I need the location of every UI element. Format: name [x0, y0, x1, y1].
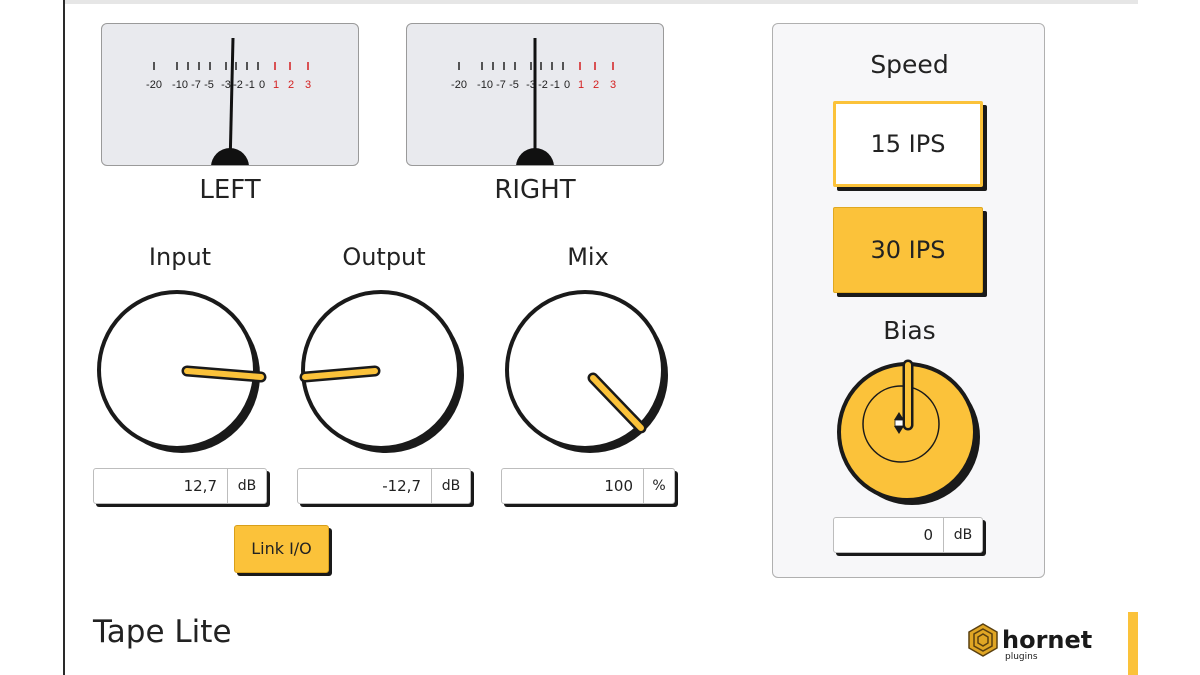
corner-accent [1128, 612, 1138, 675]
scale-tick-label: -10 [477, 79, 493, 91]
input-value: 12,7 [94, 469, 228, 503]
vu-meter-right-face: -20 -10 -7 -5 -3 -2 -1 0 1 2 3 [451, 38, 616, 165]
scale-tick-label: -20 [451, 79, 467, 91]
bias-title: Bias [883, 316, 936, 345]
logo-wordmark: hornet [1002, 626, 1092, 654]
output-unit: dB [441, 478, 461, 494]
scale-tick-label: -5 [509, 79, 519, 91]
scale-tick-label: 3 [610, 79, 616, 91]
vu-meter-right: -20 -10 -7 -5 -3 -2 -1 0 1 2 3 [406, 23, 664, 166]
top-bar [65, 0, 1138, 4]
scale-tick-label: -10 [172, 79, 188, 91]
mix-value: 100 [502, 469, 644, 503]
scale-tick-label: -7 [496, 79, 506, 91]
bias-unit: dB [953, 527, 973, 543]
mix-knob[interactable] [503, 288, 678, 458]
bias-value-field[interactable]: 0 dB [833, 517, 983, 553]
scale-tick-label: 1 [578, 79, 584, 91]
input-knob-label: Input [148, 243, 212, 271]
speed-title: Speed [870, 50, 949, 79]
meter-label-left: LEFT [199, 175, 261, 205]
scale-tick-label: -1 [550, 79, 560, 91]
needle-pivot [211, 148, 249, 165]
speed-15-ips-button[interactable]: 15 IPS [833, 101, 983, 187]
meter-needle [228, 37, 235, 165]
scale-tick-label: 2 [593, 79, 599, 91]
needle-pivot [516, 148, 554, 165]
scale-tick-label: -5 [204, 79, 214, 91]
meter-label-right: RIGHT [494, 175, 576, 205]
bias-value: 0 [834, 518, 944, 552]
product-name: Tape Lite [93, 614, 232, 650]
input-knob[interactable] [95, 288, 270, 458]
scale-tick-label: -1 [245, 79, 255, 91]
mix-unit: % [652, 478, 666, 494]
scale-tick-label: -7 [191, 79, 201, 91]
hornet-plugins-logo: hornet plugins [968, 623, 1092, 662]
vu-meter-left: -20 -10 -7 -5 -3 -2 -1 0 1 2 3 [101, 23, 359, 166]
output-knob[interactable] [299, 288, 474, 458]
bias-knob[interactable] [837, 357, 987, 507]
scale-tick-label: 1 [273, 79, 279, 91]
logo-subtitle: plugins [1005, 652, 1038, 662]
mix-knob-label: Mix [567, 243, 609, 271]
plugin-window: -20 -10 -7 -5 -3 -2 -1 0 1 2 3 LEFT -20 … [63, 0, 1138, 675]
scale-tick-label: -2 [233, 79, 243, 91]
scale-tick-label: 0 [564, 79, 570, 91]
scale-tick-label: -2 [538, 79, 548, 91]
speed-30-ips-button[interactable]: 30 IPS [833, 207, 983, 293]
output-knob-label: Output [342, 243, 426, 271]
speed-bias-panel: Speed 15 IPS 30 IPS Bias 0 dB [772, 23, 1045, 578]
output-value-field[interactable]: -12,7 dB [297, 468, 471, 504]
input-unit: dB [237, 478, 257, 494]
scale-tick-label: 3 [305, 79, 311, 91]
scale-tick-label: -3 [221, 79, 231, 91]
hornet-hexagon-icon [968, 623, 998, 657]
input-value-field[interactable]: 12,7 dB [93, 468, 267, 504]
link-io-button[interactable]: Link I/O [234, 525, 329, 573]
scale-tick-label: 2 [288, 79, 294, 91]
scale-tick-label: 0 [259, 79, 265, 91]
vu-meter-left-face: -20 -10 -7 -5 -3 -2 -1 0 1 2 3 [146, 37, 311, 165]
output-value: -12,7 [298, 469, 432, 503]
mix-value-field[interactable]: 100 % [501, 468, 675, 504]
scale-tick-label: -20 [146, 79, 162, 91]
